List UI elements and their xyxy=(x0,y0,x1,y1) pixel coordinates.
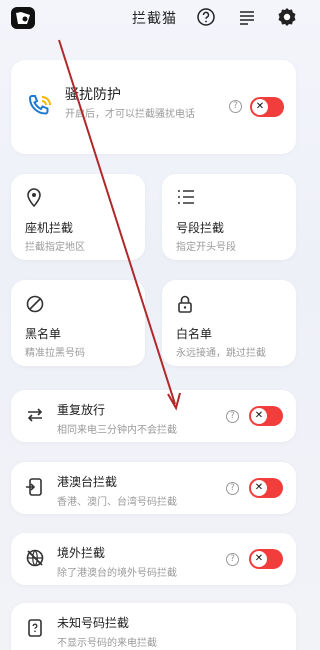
help-icon[interactable]: ? xyxy=(226,553,239,566)
help-circle-icon[interactable] xyxy=(195,6,217,28)
tile-subtitle: 精准拉黑号码 xyxy=(25,348,85,359)
list-icon xyxy=(176,188,196,210)
block-circle-icon xyxy=(25,294,45,318)
row-subtitle: 除了港澳台的境外号码拦截 xyxy=(57,568,177,579)
tile-whitelist[interactable]: 白名单 永远接通，跳过拦截 xyxy=(162,280,296,366)
help-icon[interactable]: ? xyxy=(229,100,242,113)
help-icon[interactable]: ? xyxy=(226,482,239,495)
row-title: 重复放行 xyxy=(57,403,106,417)
tile-title: 白名单 xyxy=(176,327,213,341)
swap-arrows-icon xyxy=(25,405,45,429)
row-repeat-allow[interactable]: 重复放行 相同来电三分钟内不会拦截 ? ✕ xyxy=(11,390,296,442)
tile-title: 号段拦截 xyxy=(176,221,225,235)
tile-title: 黑名单 xyxy=(25,327,62,341)
top-bar: 拦截猫 xyxy=(0,0,308,36)
row-overseas-block[interactable]: 境外拦截 除了港澳台的境外号码拦截 ? ✕ xyxy=(11,533,296,585)
help-icon[interactable]: ? xyxy=(226,410,239,423)
tile-landline-block[interactable]: 座机拦截 拦截指定地区 xyxy=(11,174,145,260)
tile-blacklist[interactable]: 黑名单 精准拉黑号码 xyxy=(11,280,145,366)
location-pin-icon xyxy=(25,188,43,212)
phone-waves-icon xyxy=(25,92,55,126)
overseas-toggle[interactable]: ✕ xyxy=(249,549,283,569)
gear-icon[interactable] xyxy=(276,6,298,28)
phone-exit-icon xyxy=(25,477,45,501)
toggle-knob: ✕ xyxy=(252,99,268,115)
toggle-knob: ✕ xyxy=(251,480,267,496)
row-title: 未知号码拦截 xyxy=(57,616,130,630)
hk-mo-tw-toggle[interactable]: ✕ xyxy=(249,478,283,498)
phone-question-icon xyxy=(25,618,45,642)
tile-prefix-block[interactable]: 号段拦截 指定开头号段 xyxy=(162,174,296,260)
tile-subtitle: 拦截指定地区 xyxy=(25,242,85,253)
row-hk-mo-tw-block[interactable]: 港澳台拦截 香港、澳门、台湾号码拦截 ? ✕ xyxy=(11,462,296,514)
row-subtitle: 不显示号码的来电拦截 xyxy=(57,638,157,649)
lock-icon xyxy=(176,294,194,318)
harassment-protection-card[interactable]: 骚扰防护 开启后，才可以拦截骚扰电话 ? ✕ xyxy=(11,60,296,154)
page-title: 拦截猫 xyxy=(132,11,177,27)
toggle-knob: ✕ xyxy=(251,408,267,424)
row-subtitle: 香港、澳门、台湾号码拦截 xyxy=(57,497,177,508)
harassment-subtitle: 开启后，才可以拦截骚扰电话 xyxy=(65,109,195,120)
tile-subtitle: 永远接通，跳过拦截 xyxy=(176,348,266,359)
app-logo-icon[interactable] xyxy=(11,7,35,29)
repeat-allow-toggle[interactable]: ✕ xyxy=(249,406,283,426)
menu-lines-icon[interactable] xyxy=(236,6,258,28)
row-subtitle: 相同来电三分钟内不会拦截 xyxy=(57,425,177,436)
harassment-toggle[interactable]: ✕ xyxy=(250,97,284,117)
row-title: 港澳台拦截 xyxy=(57,475,118,489)
toggle-knob: ✕ xyxy=(251,551,267,567)
harassment-title: 骚扰防护 xyxy=(65,87,121,103)
tile-title: 座机拦截 xyxy=(25,221,74,235)
globe-off-icon xyxy=(25,548,45,572)
tile-subtitle: 指定开头号段 xyxy=(176,242,236,253)
row-title: 境外拦截 xyxy=(57,546,106,560)
row-unknown-number-block[interactable]: 未知号码拦截 不显示号码的来电拦截 xyxy=(11,603,296,650)
